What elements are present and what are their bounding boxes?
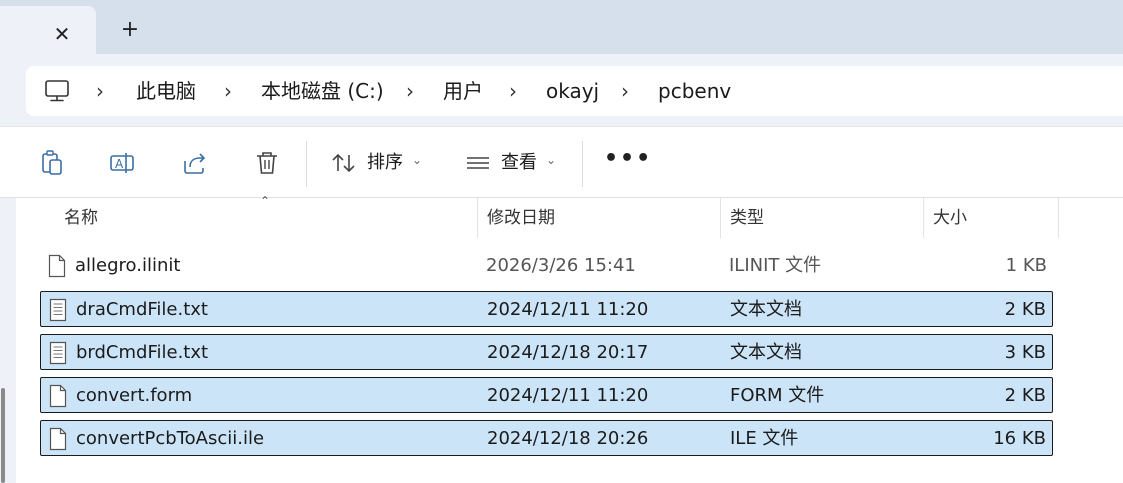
breadcrumb-chevron-icon[interactable]: › <box>224 79 232 103</box>
column-header-type[interactable]: 类型 <box>730 206 764 230</box>
file-icon <box>49 384 67 408</box>
file-type: ILE 文件 <box>730 428 799 449</box>
breadcrumb-chevron-icon[interactable]: › <box>96 79 104 103</box>
file-size: 2 KB <box>1004 385 1046 406</box>
column-divider[interactable] <box>923 198 924 238</box>
file-type: 文本文档 <box>730 342 802 363</box>
sort-ascending-icon: ⌃ <box>260 194 271 208</box>
breadcrumb-item-okayj[interactable]: okayj <box>546 79 599 103</box>
file-name[interactable]: draCmdFile.txt <box>76 298 208 322</box>
text-file-icon <box>49 298 67 322</box>
svg-text:A: A <box>115 157 124 171</box>
breadcrumb-item-this-pc[interactable]: 此电脑 <box>136 79 196 103</box>
this-pc-icon[interactable] <box>44 79 70 103</box>
command-bar: A 排序 ⌄ 查看 ⌄ ••• <box>0 126 1123 198</box>
file-name[interactable]: brdCmdFile.txt <box>76 341 208 365</box>
chevron-down-icon[interactable]: ⌄ <box>412 153 422 167</box>
breadcrumb-item-users[interactable]: 用户 <box>443 79 483 103</box>
file-type: 文本文档 <box>730 299 802 320</box>
file-modified: 2024/12/11 11:20 <box>487 385 649 406</box>
file-modified: 2024/12/11 11:20 <box>487 299 649 320</box>
file-row[interactable]: convert.form 2024/12/11 11:20 FORM 文件 2 … <box>40 377 1053 413</box>
breadcrumb-chevron-icon[interactable]: › <box>406 79 414 103</box>
file-icon <box>49 427 67 451</box>
file-size: 16 KB <box>993 428 1046 449</box>
file-name[interactable]: allegro.ilinit <box>75 254 180 278</box>
copy-icon[interactable] <box>38 149 66 177</box>
file-name[interactable]: convert.form <box>76 384 192 408</box>
breadcrumb-item-pcbenv[interactable]: pcbenv <box>658 79 731 103</box>
file-icon <box>48 254 66 278</box>
column-divider[interactable] <box>1058 198 1059 238</box>
delete-icon[interactable] <box>253 149 281 177</box>
active-tab[interactable]: ✕ <box>0 6 96 54</box>
column-divider[interactable] <box>720 198 721 238</box>
sort-icon[interactable] <box>330 149 358 177</box>
sort-button[interactable]: 排序 <box>367 151 403 175</box>
file-row[interactable]: brdCmdFile.txt 2024/12/18 20:17 文本文档 3 K… <box>40 334 1053 370</box>
view-button[interactable]: 查看 <box>501 151 537 175</box>
address-area: › 此电脑 › 本地磁盘 (C:) › 用户 › okayj › pcbenv <box>0 54 1123 126</box>
new-tab-icon[interactable]: + <box>116 16 144 44</box>
file-type: ILINIT 文件 <box>729 255 822 276</box>
tab-strip: ✕ + <box>0 0 1123 54</box>
file-modified: 2024/12/18 20:17 <box>487 342 649 363</box>
file-modified: 2026/3/26 15:41 <box>486 255 636 276</box>
file-size: 1 KB <box>1005 255 1047 276</box>
view-icon[interactable] <box>464 149 492 177</box>
breadcrumb-chevron-icon[interactable]: › <box>509 79 517 103</box>
file-size: 3 KB <box>1004 342 1046 363</box>
file-modified: 2024/12/18 20:26 <box>487 428 649 449</box>
column-header-size[interactable]: 大小 <box>933 206 967 230</box>
close-tab-icon[interactable]: ✕ <box>50 22 74 46</box>
file-row[interactable]: allegro.ilinit 2026/3/26 15:41 ILINIT 文件… <box>40 248 1053 284</box>
breadcrumb-chevron-icon[interactable]: › <box>621 79 629 103</box>
toolbar-divider <box>306 141 307 187</box>
scrollbar-thumb[interactable] <box>1 388 5 483</box>
file-size: 2 KB <box>1004 299 1046 320</box>
column-headers: ⌃ 名称 修改日期 类型 大小 <box>16 194 1123 240</box>
text-file-icon <box>49 341 67 365</box>
file-row[interactable]: draCmdFile.txt 2024/12/11 11:20 文本文档 2 K… <box>40 291 1053 327</box>
column-divider[interactable] <box>477 198 478 238</box>
address-bar[interactable]: › 此电脑 › 本地磁盘 (C:) › 用户 › okayj › pcbenv <box>26 66 1123 116</box>
more-options-icon[interactable]: ••• <box>604 147 652 171</box>
breadcrumb-item-drive-c[interactable]: 本地磁盘 (C:) <box>261 79 384 103</box>
file-row[interactable]: convertPcbToAscii.ile 2024/12/18 20:26 I… <box>40 420 1053 456</box>
file-name[interactable]: convertPcbToAscii.ile <box>76 427 264 451</box>
column-header-name[interactable]: 名称 <box>64 206 98 230</box>
file-type: FORM 文件 <box>730 385 825 406</box>
share-icon[interactable] <box>181 149 209 177</box>
column-header-modified[interactable]: 修改日期 <box>487 206 555 230</box>
toolbar-divider <box>582 141 583 187</box>
chevron-down-icon[interactable]: ⌄ <box>546 153 556 167</box>
rename-icon[interactable]: A <box>109 149 137 177</box>
